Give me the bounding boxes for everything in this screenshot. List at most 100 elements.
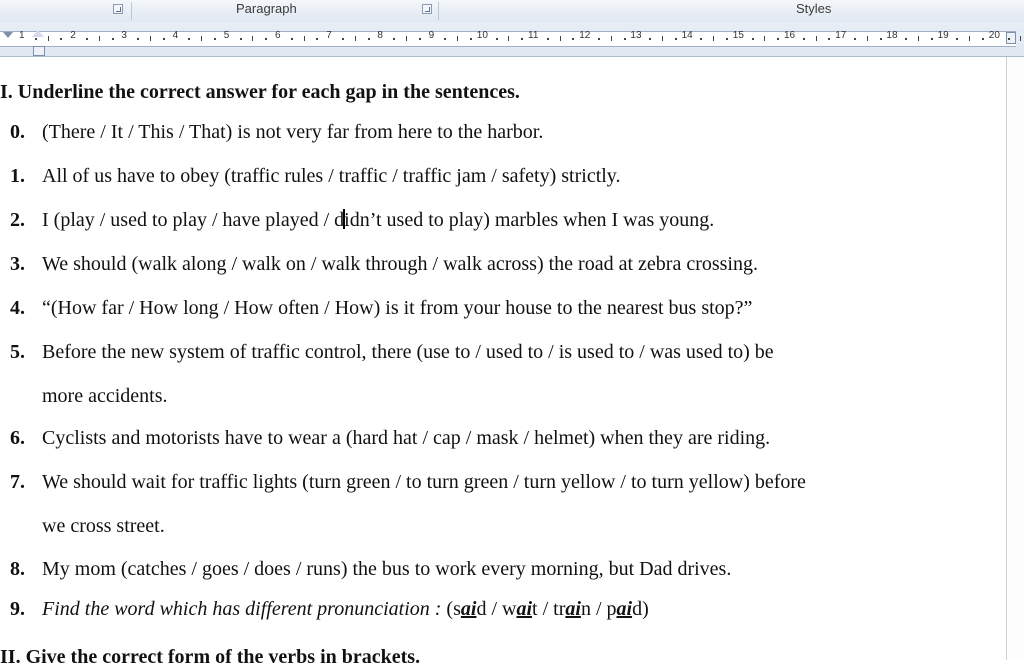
ruler-number: 10 xyxy=(476,30,488,41)
ruler-dot xyxy=(879,38,882,40)
item-number: 6. xyxy=(10,427,25,449)
item-number: 8. xyxy=(10,558,25,580)
item-number: 1. xyxy=(10,165,25,187)
ruler-dot xyxy=(86,38,88,40)
item-number: 2. xyxy=(10,209,25,231)
ruler-tick xyxy=(713,36,715,41)
item-text: All of us have to obey (traffic rules / … xyxy=(42,165,621,187)
ruler-dot xyxy=(188,38,191,40)
ruler-dot xyxy=(214,38,216,40)
ruler-tick xyxy=(98,36,100,41)
left-margin-marker-icon[interactable] xyxy=(3,32,13,38)
ruler-number: 9 xyxy=(428,30,435,41)
item-number: 7. xyxy=(10,471,25,493)
item-continuation: more accidents. xyxy=(42,385,168,407)
ruler-dot xyxy=(290,38,293,40)
ruler-dot xyxy=(265,38,268,40)
ruler-dot xyxy=(854,38,856,40)
item-text: I (play / used to play / have played / d… xyxy=(42,209,714,232)
ruler-tick xyxy=(252,36,254,41)
ribbon-separator xyxy=(438,2,439,20)
ruler-dot xyxy=(470,38,472,40)
ruler-dot xyxy=(60,38,63,40)
ruler-tick xyxy=(1020,36,1022,41)
ruler-tick xyxy=(815,36,817,41)
paragraph-group-label: Paragraph xyxy=(236,1,297,16)
ruler-dot xyxy=(649,38,652,40)
ruler-dot xyxy=(572,38,575,40)
ruler-dot xyxy=(956,38,959,40)
ruler-tick xyxy=(150,36,151,41)
item-instruction: Find the word which has different pronun… xyxy=(42,598,442,620)
ruler-dot xyxy=(393,38,396,40)
ruler-dot xyxy=(418,38,421,40)
horizontal-ruler[interactable]: 1 2 3 4 5 6 7 8 9 10 11 12 13 14 15 16 17 18 19 20 xyxy=(0,22,1024,57)
dialog-launcher-icon[interactable] xyxy=(113,4,123,14)
item-text: We should (walk along / walk on / walk t… xyxy=(42,253,758,275)
item-number: 9. xyxy=(10,598,25,620)
item-text: “(How far / How long / How often / How) … xyxy=(42,297,753,319)
ruler-dot xyxy=(137,38,140,40)
first-line-indent-icon[interactable] xyxy=(32,30,44,37)
ruler-dot xyxy=(1007,38,1010,40)
ruler-dot xyxy=(598,38,600,40)
item-number: 0. xyxy=(10,121,25,143)
word-option: train xyxy=(553,598,591,620)
ruler-tick xyxy=(354,36,356,41)
item-number: 5. xyxy=(10,341,25,363)
ruler-tick xyxy=(559,36,561,41)
item-number: 4. xyxy=(10,297,25,319)
ruler-dot xyxy=(674,38,677,40)
ruler-dot xyxy=(700,38,703,40)
ruler-dot xyxy=(521,38,524,40)
ruler-number: 19 xyxy=(937,30,949,41)
ruler-tick xyxy=(764,36,766,41)
ruler-dot xyxy=(726,38,728,40)
ruler-number: 2 xyxy=(70,30,76,41)
ruler-dot xyxy=(34,38,37,40)
section-heading: I. Underline the correct answer for each… xyxy=(0,81,520,103)
item-text: We should wait for traffic lights (turn … xyxy=(42,471,806,493)
ruler-number: 13 xyxy=(630,30,642,41)
item-text: (There / It / This / That) is not very f… xyxy=(42,121,544,143)
ruler-dot xyxy=(316,38,319,40)
word-option: paid xyxy=(606,598,643,620)
left-indent-icon[interactable] xyxy=(33,46,45,56)
page-margin-area xyxy=(1006,57,1024,660)
ruler-number: 4 xyxy=(172,30,179,41)
ruler-number: 16 xyxy=(784,30,796,41)
styles-group-label: Styles xyxy=(796,1,832,16)
ruler-dot xyxy=(546,38,549,40)
ruler-number: 5 xyxy=(223,30,230,41)
word-option: said xyxy=(453,598,487,620)
ruler-number: 11 xyxy=(528,30,539,41)
ruler-dot xyxy=(367,38,370,40)
ruler-dot xyxy=(444,38,447,40)
paragraph-dialog-launcher-icon[interactable] xyxy=(422,4,432,14)
ruler-dot xyxy=(905,38,908,40)
ruler-dot xyxy=(802,38,805,40)
ruler-number: 20 xyxy=(988,30,1000,41)
ruler-number: 18 xyxy=(886,30,898,41)
ruler-tick xyxy=(508,36,510,41)
section-heading-2: II. Give the correct form of the verbs i… xyxy=(0,646,421,668)
item-text: Cyclists and motorists have to wear a (h… xyxy=(42,427,771,449)
ruler-number: 6 xyxy=(275,30,281,41)
text-after-caret: idn’t used to play) marbles when I was y… xyxy=(344,209,715,231)
ruler-tick xyxy=(303,36,305,41)
item-continuation: we cross street. xyxy=(42,515,165,537)
item-number: 3. xyxy=(10,253,25,275)
item-text: Before the new system of traffic control… xyxy=(42,341,774,363)
ruler-dot xyxy=(777,38,780,40)
ruler-dot xyxy=(162,38,165,40)
ruler-number: 17 xyxy=(835,30,847,41)
ruler-tick xyxy=(969,36,971,41)
ruler-dot xyxy=(828,38,831,40)
ruler-number: 7 xyxy=(326,30,332,41)
text-before-caret: I (play / used to play / have played / d xyxy=(42,209,345,231)
ruler-dot xyxy=(623,38,626,40)
ruler-tick xyxy=(406,36,407,41)
ruler-tick xyxy=(201,36,203,41)
ruler-tick xyxy=(662,36,663,41)
ruler-dot xyxy=(495,38,498,40)
